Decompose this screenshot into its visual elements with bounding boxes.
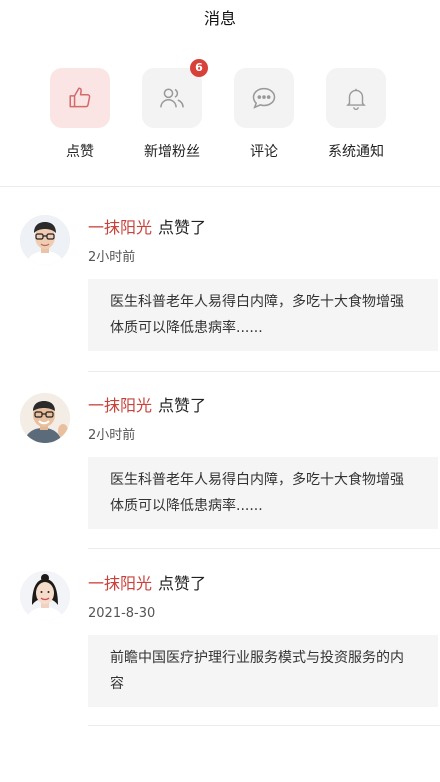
likes-tile[interactable]: [50, 68, 110, 128]
category-bar: 点赞 6 新增粉丝 评论 系统通知: [0, 59, 440, 168]
category-system-notices[interactable]: 系统通知: [306, 68, 406, 162]
category-likes[interactable]: 点赞: [30, 68, 130, 162]
action-text: 点赞了: [158, 574, 207, 593]
action-text: 点赞了: [158, 218, 207, 237]
divider: [88, 725, 440, 726]
liked-article-card[interactable]: 医生科普老年人易得白内障，多吃十大食物增强体质可以降低患病率......: [88, 279, 438, 351]
category-label: 点赞: [66, 144, 94, 160]
notification-title: 一抹阳光 点赞了: [88, 217, 206, 239]
thumbs-up-icon: [69, 87, 91, 108]
avatar[interactable]: [20, 571, 70, 621]
liked-article-card[interactable]: 前瞻中国医疗护理行业服务模式与投资服务的内容: [88, 635, 438, 707]
comments-tile[interactable]: [234, 68, 294, 128]
chat-bubble-icon: [252, 87, 276, 109]
system-notices-tile[interactable]: [326, 68, 386, 128]
avatar[interactable]: [20, 215, 70, 265]
action-text: 点赞了: [158, 396, 207, 415]
category-label: 系统通知: [328, 144, 384, 160]
user-name-link[interactable]: 一抹阳光: [88, 218, 152, 237]
bell-icon: [346, 88, 366, 111]
category-comments[interactable]: 评论: [214, 68, 314, 162]
notification-title: 一抹阳光 点赞了: [88, 573, 206, 595]
liked-article-card[interactable]: 医生科普老年人易得白内障，多吃十大食物增强体质可以降低患病率......: [88, 457, 438, 529]
user-name-link[interactable]: 一抹阳光: [88, 396, 152, 415]
divider: [88, 371, 440, 372]
timestamp: 2小时前: [88, 428, 136, 443]
users-icon: [160, 88, 184, 108]
timestamp: 2021-8-30: [88, 606, 156, 621]
page-title: 消息: [203, 9, 236, 28]
user-name-link[interactable]: 一抹阳光: [88, 574, 152, 593]
divider: [0, 186, 440, 187]
notification-title: 一抹阳光 点赞了: [88, 395, 206, 417]
timestamp: 2小时前: [88, 250, 136, 265]
avatar[interactable]: [20, 393, 70, 443]
new-fans-tile[interactable]: 6: [142, 59, 208, 128]
category-new-fans[interactable]: 6 新增粉丝: [122, 59, 222, 162]
divider: [88, 548, 440, 549]
category-label: 新增粉丝: [144, 144, 200, 160]
unread-badge: 6: [190, 59, 208, 77]
category-label: 评论: [250, 144, 278, 160]
